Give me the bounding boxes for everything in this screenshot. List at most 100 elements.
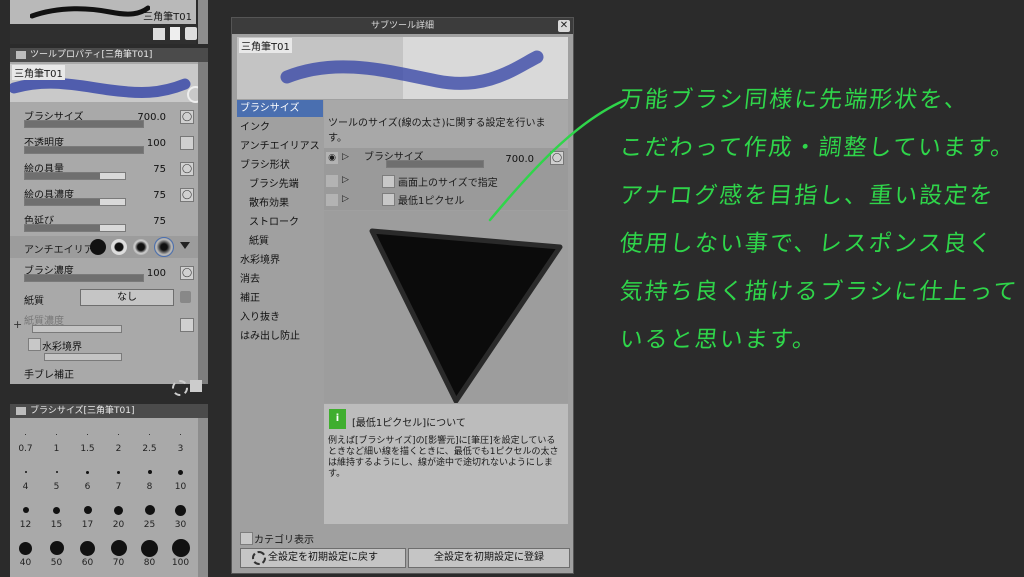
antialias-medium-icon[interactable] (133, 239, 149, 255)
brush-size-preset[interactable]: 12 (10, 500, 41, 530)
plus-icon[interactable]: + (13, 318, 22, 331)
prop-slider[interactable] (24, 224, 126, 232)
brush-size-preset[interactable]: 10 (165, 462, 196, 492)
size-label: 20 (112, 520, 125, 530)
brush-size-preset[interactable]: 1 (41, 424, 72, 454)
eye-toggle[interactable] (326, 175, 338, 187)
brush-size-preset[interactable]: 20 (103, 500, 134, 530)
brush-size-titlebar[interactable]: ブラシサイズ[三角筆T01] (10, 404, 208, 418)
brush-size-preset[interactable]: 8 (134, 462, 165, 492)
brush-size-preset[interactable]: 70 (103, 538, 134, 568)
category-item[interactable]: 消去 (237, 271, 323, 288)
category-item[interactable]: ストローク (237, 214, 323, 231)
brush-size-preset[interactable]: 25 (134, 500, 165, 530)
brush-size-preset[interactable]: 2 (103, 424, 134, 454)
subtool-scrollbar[interactable] (198, 0, 208, 44)
category-display-label: カテゴリ表示 (254, 535, 314, 546)
copy-subtool-icon[interactable] (153, 28, 165, 40)
brush-size-preset[interactable]: 100 (165, 538, 196, 568)
prop-value[interactable]: 75 (136, 164, 166, 175)
tool-property-scrollbar[interactable] (198, 62, 208, 384)
brush-size-preset[interactable]: 3 (165, 424, 196, 454)
watercolor-edge-checkbox[interactable] (28, 338, 41, 351)
brush-size-scrollbar[interactable] (198, 418, 208, 577)
brush-size-preset[interactable]: 60 (72, 538, 103, 568)
trash-icon[interactable] (180, 291, 191, 303)
category-item[interactable]: ブラシ先端 (237, 176, 323, 193)
category-item[interactable]: ブラシ形状 (237, 157, 323, 174)
tool-property-titlebar[interactable]: ツールプロパティ[三角筆T01] (10, 48, 208, 62)
prop-value[interactable]: 75 (136, 216, 166, 227)
pressure-icon[interactable]: ◯ (180, 188, 194, 202)
prop-value[interactable]: 700.0 (136, 112, 166, 123)
chevron-down-icon[interactable] (180, 242, 190, 249)
prop-slider[interactable] (24, 274, 144, 282)
brush-size-preset[interactable]: 7 (103, 462, 134, 492)
prop-slider[interactable] (24, 146, 144, 154)
category-item[interactable]: アンチエイリアス (237, 138, 323, 155)
category-item[interactable]: 紙質 (237, 233, 323, 250)
brush-size-preset[interactable]: 50 (41, 538, 72, 568)
prop-value[interactable]: 100 (136, 268, 166, 279)
brush-size-preset[interactable]: 2.5 (134, 424, 165, 454)
brush-size-preset[interactable]: 15 (41, 500, 72, 530)
panel-menu-icon[interactable] (16, 51, 26, 59)
prop-value[interactable]: 100 (136, 138, 166, 149)
brush-size-preset[interactable]: 80 (134, 538, 165, 568)
prop-slider[interactable] (24, 198, 126, 206)
paper-density-slider[interactable] (32, 325, 122, 333)
pressure-toggle-icon[interactable] (180, 318, 194, 332)
prop-value[interactable]: 75 (136, 190, 166, 201)
category-display-checkbox[interactable] (240, 532, 253, 545)
category-item[interactable]: 水彩境界 (237, 252, 323, 269)
antialias-strong-icon[interactable] (154, 237, 174, 257)
category-item[interactable]: 散布効果 (237, 195, 323, 212)
brush-size-preset[interactable]: 4 (10, 462, 41, 492)
trash-icon[interactable] (185, 27, 197, 40)
category-item[interactable]: 入り抜き (237, 309, 323, 326)
category-item[interactable]: ブラシサイズ (237, 100, 323, 117)
reset-icon[interactable] (172, 380, 188, 396)
register-defaults-button[interactable]: 全設定を初期設定に登録 (408, 548, 570, 568)
screen-size-checkbox[interactable] (382, 175, 395, 188)
close-icon[interactable]: ✕ (558, 20, 570, 32)
category-item[interactable]: 補正 (237, 290, 323, 307)
watercolor-edge-label: 水彩境界 (42, 342, 82, 353)
size-dot-icon (49, 541, 64, 555)
size-dot-icon (118, 433, 119, 435)
annotation-line: こだわって作成・調整しています。 (618, 135, 1017, 161)
brush-size-preset[interactable]: 30 (165, 500, 196, 530)
category-item[interactable]: はみ出し防止 (237, 328, 323, 345)
brush-size-preset[interactable]: 17 (72, 500, 103, 530)
brush-name-label: 三角筆T01 (12, 65, 65, 80)
eye-icon[interactable]: ◉ (326, 152, 338, 164)
subtool-preview[interactable]: 三角筆T01 (10, 0, 196, 24)
pressure-toggle-icon[interactable] (180, 136, 194, 150)
prop-slider[interactable] (24, 172, 126, 180)
expand-icon[interactable]: ▷ (342, 194, 349, 204)
prop-slider[interactable] (24, 120, 144, 128)
expand-icon[interactable]: ▷ (342, 152, 349, 162)
pressure-icon[interactable]: ◯ (180, 266, 194, 280)
pressure-icon[interactable]: ◯ (180, 110, 194, 124)
brush-size-preset[interactable]: 0.7 (10, 424, 41, 454)
category-item[interactable]: インク (237, 119, 323, 136)
size-label: 12 (19, 520, 32, 530)
panel-menu-icon[interactable] (16, 407, 26, 415)
paper-select[interactable]: なし (80, 289, 174, 306)
eye-toggle[interactable] (326, 194, 338, 206)
brush-size-preset[interactable]: 1.5 (72, 424, 103, 454)
antialias-none-icon[interactable] (90, 239, 106, 255)
brush-size-preset[interactable]: 40 (10, 538, 41, 568)
new-subtool-icon[interactable] (170, 27, 180, 40)
brush-size-preset[interactable]: 5 (41, 462, 72, 492)
size-dot-wrap (165, 462, 196, 482)
wrench-icon[interactable] (190, 380, 202, 392)
size-dot-wrap (72, 462, 103, 482)
min-pixel-checkbox[interactable] (382, 193, 395, 206)
antialias-weak-icon[interactable] (111, 239, 127, 255)
watercolor-edge-slider[interactable] (44, 353, 122, 361)
brush-size-preset[interactable]: 6 (72, 462, 103, 492)
expand-icon[interactable]: ▷ (342, 175, 349, 185)
pressure-icon[interactable]: ◯ (180, 162, 194, 176)
